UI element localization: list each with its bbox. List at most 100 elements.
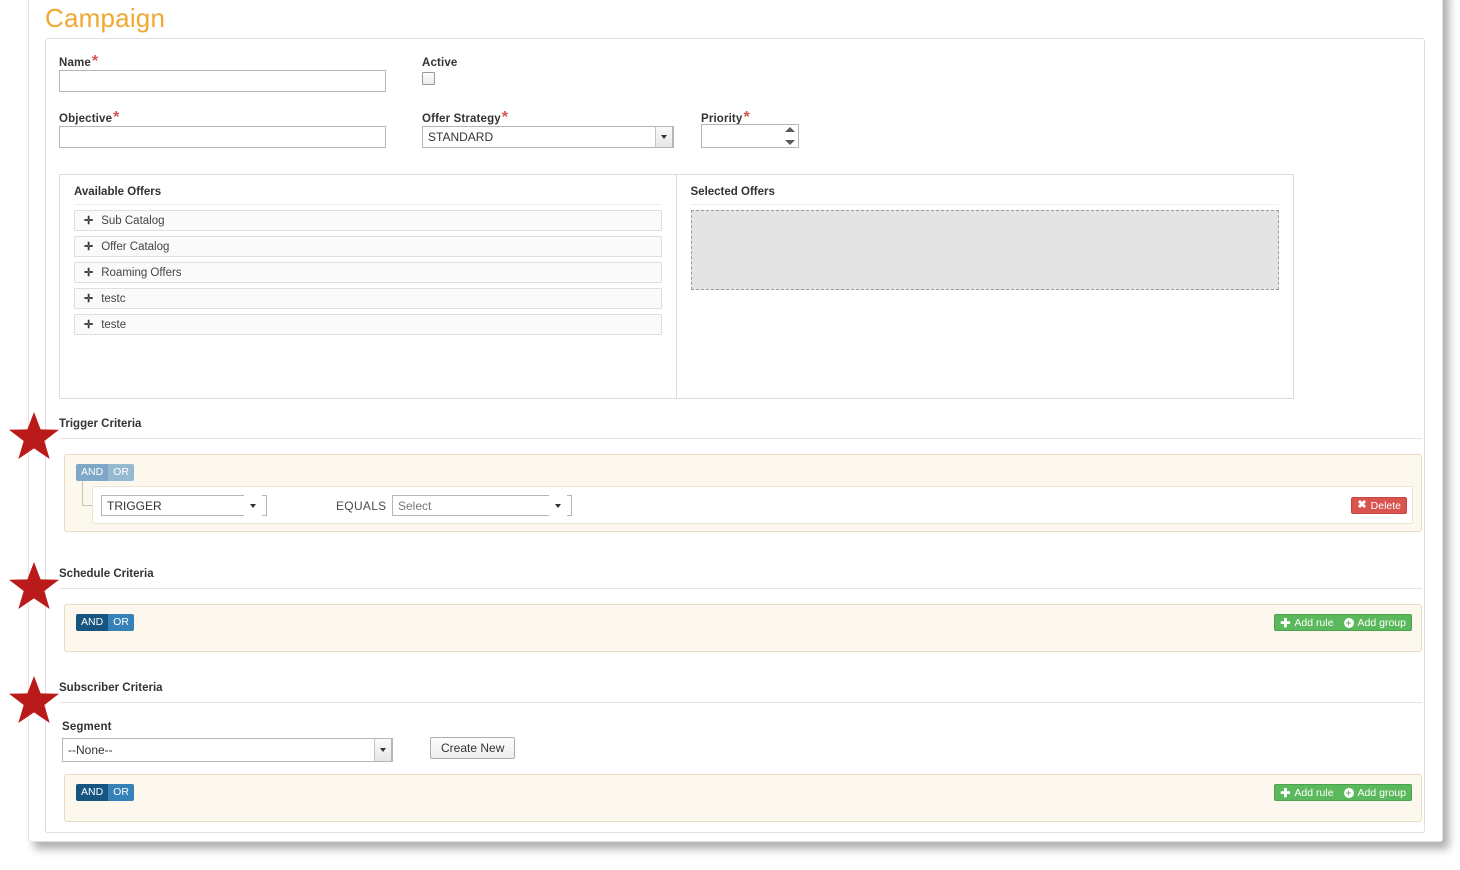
offer-strategy-required-marker: * <box>501 109 509 126</box>
offer-label: teste <box>101 318 127 331</box>
close-x-icon: ✖ <box>1357 499 1367 511</box>
star-marker-schedule <box>8 560 60 612</box>
subscriber-criteria-querybuilder: AND OR ✚ Add rule + Add group <box>64 774 1422 822</box>
plus-icon: ✛ <box>84 319 94 331</box>
trigger-criteria-title: Trigger Criteria <box>59 418 142 430</box>
offer-strategy-select[interactable]: STANDARD <box>422 126 674 148</box>
schedule-criteria-querybuilder: AND OR ✚ Add rule + Add group <box>64 604 1422 652</box>
schedule-add-group-label: Add group <box>1357 616 1406 629</box>
schedule-add-rule-button[interactable]: ✚ Add rule <box>1275 615 1338 630</box>
schedule-and-button[interactable]: AND <box>76 614 109 631</box>
campaign-form-card: Name* Active Objective* Offer Strategy* … <box>45 38 1425 833</box>
chevron-down-icon <box>244 495 262 516</box>
offer-strategy-value: STANDARD <box>428 130 494 144</box>
subscriber-criteria-title: Subscriber Criteria <box>59 682 163 694</box>
trigger-or-button[interactable]: OR <box>108 464 134 481</box>
trigger-and-button[interactable]: AND <box>76 464 109 481</box>
offer-label: Sub Catalog <box>101 214 165 227</box>
selected-offers-divider <box>690 204 1279 205</box>
subscriber-or-button[interactable]: OR <box>108 784 134 801</box>
offers-dual-list: Available Offers ✛ Sub Catalog ✛ Offer C… <box>59 174 1294 399</box>
offer-label: Roaming Offers <box>101 266 182 279</box>
segment-label: Segment <box>62 721 112 733</box>
priority-stepper[interactable] <box>701 124 799 148</box>
chevron-down-icon <box>655 126 673 148</box>
trigger-field-value: TRIGGER <box>107 498 162 513</box>
trigger-criteria-divider <box>59 438 1422 439</box>
plus-icon: ✛ <box>84 267 94 279</box>
offer-label: testc <box>101 292 126 305</box>
schedule-criteria-divider <box>59 588 1422 589</box>
plus-circle-icon: + <box>1343 787 1354 798</box>
selected-offers-dropzone[interactable] <box>690 210 1279 290</box>
trigger-andor-toggle[interactable]: AND OR <box>76 464 134 481</box>
rule-connector-horizontal <box>82 505 92 506</box>
priority-spin-buttons[interactable] <box>783 126 796 146</box>
plus-icon: ✚ <box>1280 615 1291 630</box>
segment-select[interactable]: --None-- <box>62 738 393 762</box>
selected-offers-panel: Selected Offers <box>677 175 1294 398</box>
trigger-rule-delete-button[interactable]: ✖ Delete <box>1351 497 1407 514</box>
objective-label-text: Objective <box>59 113 113 125</box>
objective-input[interactable] <box>59 126 386 148</box>
subscriber-andor-toggle[interactable]: AND OR <box>76 784 134 801</box>
segment-value: --None-- <box>68 743 113 757</box>
priority-input[interactable] <box>702 125 780 145</box>
subscriber-add-group-label: Add group <box>1357 786 1406 799</box>
available-offers-list: ✛ Sub Catalog ✛ Offer Catalog ✛ Roaming … <box>60 205 676 335</box>
subscriber-add-rule-button[interactable]: ✚ Add rule <box>1275 785 1338 800</box>
trigger-value-select[interactable]: Select <box>392 495 572 516</box>
trigger-rule-row: TRIGGER EQUALS Select ✖ Delete <box>92 486 1413 524</box>
schedule-add-group-button[interactable]: + Add group <box>1339 615 1411 630</box>
list-item[interactable]: ✛ testc <box>74 288 662 309</box>
active-label: Active <box>422 53 457 71</box>
available-offers-title: Available Offers <box>74 186 162 198</box>
schedule-or-button[interactable]: OR <box>108 614 134 631</box>
list-item[interactable]: ✛ Offer Catalog <box>74 236 662 257</box>
chevron-down-icon <box>374 738 392 762</box>
create-new-segment-button[interactable]: Create New <box>430 737 516 759</box>
schedule-add-buttons: ✚ Add rule + Add group <box>1274 614 1412 631</box>
list-item[interactable]: ✛ Roaming Offers <box>74 262 662 283</box>
subscriber-criteria-divider <box>59 702 1422 703</box>
plus-icon: ✚ <box>1280 785 1291 800</box>
objective-label: Objective* <box>59 109 119 127</box>
name-required-marker: * <box>91 53 99 70</box>
schedule-andor-toggle[interactable]: AND OR <box>76 614 134 631</box>
subscriber-add-buttons: ✚ Add rule + Add group <box>1274 784 1412 801</box>
list-item[interactable]: ✛ Sub Catalog <box>74 210 662 231</box>
trigger-delete-label: Delete <box>1370 499 1401 512</box>
available-offers-panel: Available Offers ✛ Sub Catalog ✛ Offer C… <box>60 175 677 398</box>
subscriber-and-button[interactable]: AND <box>76 784 109 801</box>
schedule-add-rule-label: Add rule <box>1294 616 1334 629</box>
rule-connector-vertical <box>82 481 83 506</box>
schedule-criteria-title: Schedule Criteria <box>59 568 154 580</box>
page-title: Campaign <box>45 3 166 33</box>
offer-label: Offer Catalog <box>101 240 170 253</box>
trigger-criteria-querybuilder: AND OR TRIGGER EQUALS Select ✖ Delete <box>64 454 1422 532</box>
plus-icon: ✛ <box>84 215 94 227</box>
trigger-field-select[interactable]: TRIGGER <box>101 495 267 516</box>
subscriber-add-rule-label: Add rule <box>1294 786 1334 799</box>
active-label-text: Active <box>422 57 458 69</box>
name-label: Name* <box>59 53 98 71</box>
star-marker-trigger <box>8 410 60 462</box>
chevron-down-icon <box>549 495 567 516</box>
plus-circle-icon: + <box>1343 617 1354 628</box>
list-item[interactable]: ✛ teste <box>74 314 662 335</box>
name-label-text: Name <box>59 57 91 69</box>
objective-required-marker: * <box>113 109 120 126</box>
star-marker-subscriber <box>8 674 60 726</box>
spinner-down-icon[interactable] <box>784 140 795 145</box>
plus-icon: ✛ <box>84 293 94 305</box>
active-checkbox[interactable] <box>422 72 435 85</box>
trigger-operator-label: EQUALS <box>336 499 387 513</box>
selected-offers-title: Selected Offers <box>690 186 775 198</box>
spinner-up-icon[interactable] <box>784 127 795 132</box>
plus-icon: ✛ <box>84 241 94 253</box>
offer-strategy-label: Offer Strategy* <box>422 109 508 127</box>
trigger-value-text: Select <box>398 498 432 513</box>
name-input[interactable] <box>59 70 386 92</box>
subscriber-add-group-button[interactable]: + Add group <box>1339 785 1411 800</box>
offer-strategy-label-text: Offer Strategy <box>422 113 501 125</box>
